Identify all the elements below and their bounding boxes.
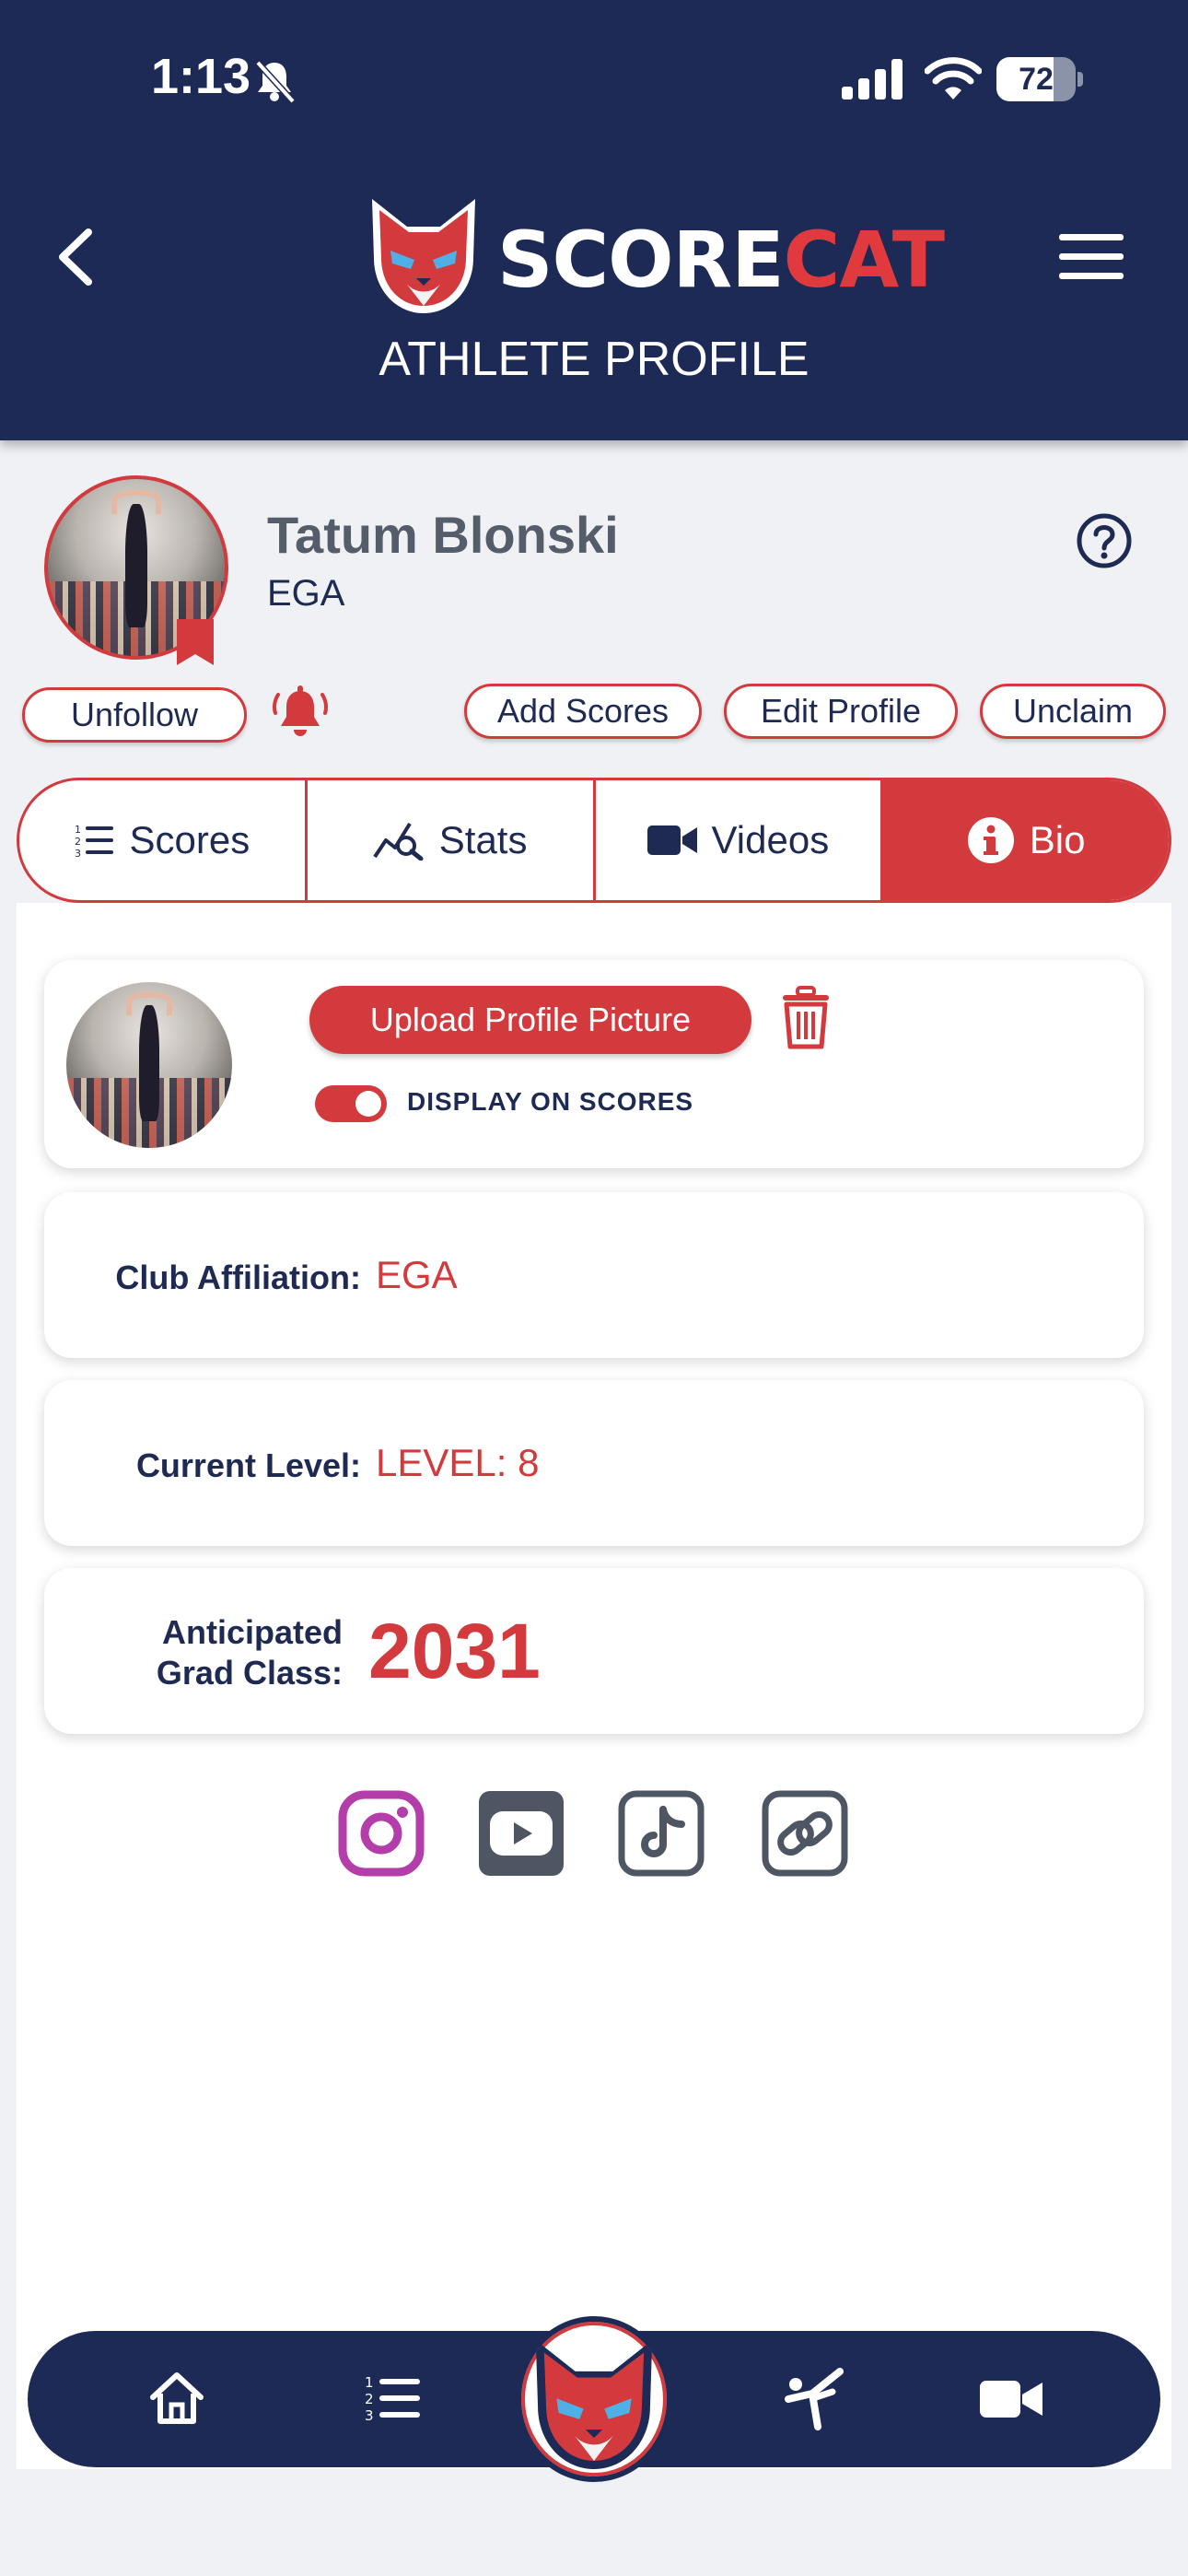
page-title: ATHLETE PROFILE (379, 333, 809, 386)
scorecat-wordmark: SCORECAT (497, 215, 945, 305)
chart-search-icon (373, 822, 424, 861)
svg-text:2: 2 (75, 836, 81, 848)
display-on-scores-label: DISPLAY ON SCORES (407, 1087, 694, 1116)
tiktok-icon[interactable] (617, 1789, 705, 1878)
tab-scores[interactable]: 1 2 3 Scores (19, 780, 308, 900)
instagram-icon[interactable] (337, 1789, 425, 1878)
tab-stats[interactable]: Stats (308, 780, 596, 900)
tab-videos-label: Videos (711, 818, 830, 861)
svg-text:3: 3 (365, 2407, 374, 2423)
gymnast-icon[interactable] (785, 2366, 851, 2430)
notification-bell-icon[interactable] (271, 684, 330, 741)
tab-scores-label: Scores (129, 818, 250, 861)
grad-class-label: Anticipated Grad Class: (156, 1613, 343, 1692)
club-affiliation-value: EGA (376, 1253, 458, 1296)
scorecat-logo-icon (372, 199, 475, 313)
athlete-name: Tatum Blonski (267, 506, 619, 564)
numbered-list-icon[interactable]: 1 2 3 (365, 2373, 422, 2423)
profile-tabs: 1 2 3 Scores Stats Videos Bio (17, 778, 1171, 903)
tab-videos[interactable]: Videos (596, 780, 884, 900)
current-level-value: LEVEL: 8 (376, 1441, 540, 1484)
athlete-club: EGA (267, 573, 345, 614)
battery-indicator: 72 (996, 57, 1083, 101)
display-on-scores-toggle[interactable] (315, 1085, 387, 1122)
unfollow-button[interactable]: Unfollow (22, 687, 247, 743)
home-icon[interactable] (147, 2370, 206, 2427)
bookmark-icon (177, 619, 214, 665)
unclaim-button[interactable]: Unclaim (980, 684, 1166, 739)
svg-text:1: 1 (365, 2374, 374, 2391)
edit-profile-button[interactable]: Edit Profile (724, 684, 958, 739)
trash-icon[interactable] (777, 986, 834, 1050)
video-camera-icon[interactable] (980, 2379, 1042, 2419)
youtube-icon[interactable] (477, 1789, 565, 1878)
tab-bio[interactable]: Bio (883, 780, 1169, 900)
current-level-label: Current Level: (135, 1446, 361, 1484)
tab-bio-label: Bio (1029, 818, 1086, 861)
help-icon[interactable] (1076, 512, 1133, 569)
hamburger-menu-icon[interactable] (1059, 232, 1124, 282)
svg-text:2: 2 (365, 2391, 374, 2407)
wifi-icon (925, 57, 982, 100)
tab-stats-label: Stats (438, 818, 528, 861)
add-scores-button[interactable]: Add Scores (464, 684, 702, 739)
scorecat-logo-icon (535, 2340, 653, 2469)
numbered-list-icon: 1 2 3 (75, 824, 113, 859)
video-camera-icon (646, 825, 697, 855)
club-affiliation-label: Club Affiliation: (115, 1259, 361, 1296)
grad-class-value: 2031 (368, 1608, 541, 1694)
back-chevron-icon[interactable] (48, 225, 103, 289)
cellular-signal-icon (842, 59, 903, 100)
bell-off-icon (255, 60, 296, 104)
profile-picture-preview (66, 982, 232, 1148)
scorecat-home-logo[interactable] (516, 2316, 672, 2482)
svg-text:1: 1 (75, 824, 81, 836)
battery-level: 72 (1019, 62, 1054, 97)
link-icon[interactable] (761, 1789, 849, 1878)
upload-profile-picture-button[interactable]: Upload Profile Picture (309, 986, 751, 1054)
info-icon (967, 817, 1014, 863)
status-time: 1:13 (151, 49, 251, 104)
svg-text:3: 3 (75, 848, 81, 859)
